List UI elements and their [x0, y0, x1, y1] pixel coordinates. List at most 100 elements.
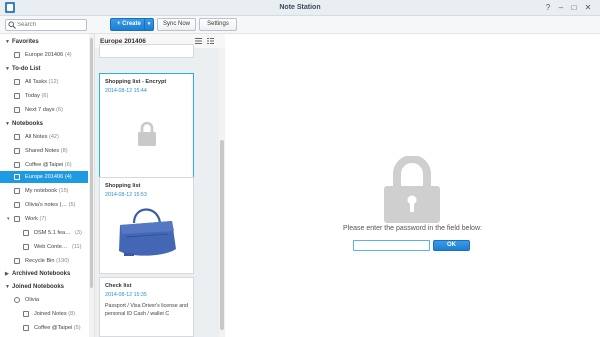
notebook-icon: [14, 202, 20, 208]
sidebar-item-label: Recycle Bin: [25, 258, 55, 264]
sidebar-item-europe-201406[interactable]: Europe 201406 (4): [0, 171, 88, 183]
sidebar-item-joined-coffee-taipei[interactable]: Coffee @Taipei (5): [0, 322, 88, 334]
section-favorites[interactable]: ▼ Favorites: [5, 37, 39, 47]
help-button[interactable]: ?: [543, 3, 553, 12]
collapse-arrow-icon[interactable]: ▼: [5, 64, 12, 74]
sidebar-item-label: DSM 5.1 fea…: [34, 230, 71, 236]
create-dropdown-arrow-icon[interactable]: ▾: [144, 19, 153, 30]
sidebar-item-next-7-days[interactable]: Next 7 days (6): [0, 104, 88, 116]
collapse-arrow-icon[interactable]: ▼: [5, 119, 12, 129]
notebook-icon: [14, 174, 20, 180]
sidebar-item-count: (8): [60, 148, 68, 154]
sidebar-item-count: (6): [56, 107, 63, 113]
sidebar-item-label: Europe 201406: [25, 174, 64, 180]
scrollbar-thumb[interactable]: [220, 140, 224, 330]
note-card-title: Shopping list: [105, 183, 141, 189]
sidebar-item-today[interactable]: Today (6): [0, 90, 88, 102]
large-lock-icon: [384, 156, 440, 223]
section-archived-notebooks[interactable]: ▶ Archived Notebooks: [5, 269, 70, 279]
note-card[interactable]: [99, 44, 194, 58]
notebook-icon: [14, 188, 20, 194]
list-view-icon[interactable]: [195, 38, 202, 44]
sidebar-item-all-notes[interactable]: All Notes (42): [0, 131, 88, 143]
ok-button[interactable]: OK: [433, 240, 470, 251]
sidebar-item-olivias-notes[interactable]: Olivia's notes (… (5): [0, 199, 88, 211]
sidebar-item-count: (15): [58, 188, 69, 194]
note-detail-pane: Please enter the password in the field b…: [225, 34, 600, 337]
sidebar-item-work[interactable]: ▾ Work (7): [0, 213, 88, 225]
sidebar-item-count: (190): [56, 258, 70, 264]
collapse-arrow-icon[interactable]: ▼: [5, 37, 12, 47]
note-card-shopping-list[interactable]: Shopping list 2014-08-12 15:53: [99, 177, 194, 274]
scrollbar-thumb[interactable]: [90, 38, 93, 288]
search-icon[interactable]: [8, 21, 16, 29]
section-notebooks[interactable]: ▼ Notebooks: [5, 119, 43, 129]
sidebar-item-user-olivia[interactable]: Olivia: [0, 294, 88, 306]
sidebar-item-label: Joined Notes: [34, 311, 67, 317]
notebook-icon: [23, 311, 29, 317]
section-todo[interactable]: ▼ To-do List: [5, 64, 41, 74]
note-list-pane: Europe 201406 Shopping list - Encrypt 20…: [95, 34, 225, 337]
maximize-button[interactable]: □: [569, 3, 579, 12]
sync-now-button[interactable]: Sync Now: [157, 18, 196, 31]
sidebar-item-recycle-bin[interactable]: Recycle Bin (190): [0, 255, 88, 267]
section-label: To-do List: [12, 66, 41, 72]
detail-view-icon[interactable]: [207, 38, 214, 44]
section-joined-notebooks[interactable]: ▼ Joined Notebooks: [5, 282, 64, 292]
create-button-label: + Create: [117, 21, 141, 27]
handbag-image: [119, 208, 176, 256]
sidebar-item-count: (4): [64, 52, 72, 58]
calendar-icon: [14, 107, 20, 113]
password-input[interactable]: [353, 240, 430, 251]
note-card-title: Shopping list - Encrypt: [105, 79, 167, 85]
window-title: Note Station: [279, 4, 321, 11]
password-prompt: Please enter the password in the field b…: [343, 225, 482, 232]
close-button[interactable]: ✕: [583, 3, 593, 12]
settings-button[interactable]: Settings: [199, 18, 237, 31]
trash-icon: [14, 258, 20, 264]
sidebar-item-joined-notes[interactable]: Joined Notes (8): [0, 308, 88, 320]
minimize-button[interactable]: –: [556, 3, 566, 12]
sidebar-item-label: Shared Notes: [25, 148, 60, 154]
section-label: Archived Notebooks: [12, 271, 71, 277]
notebook-stack-icon: [14, 216, 20, 222]
note-card-date: 2014-08-12 15:44: [105, 88, 147, 94]
user-icon: [14, 297, 20, 303]
sidebar-item-web-content[interactable]: Web Conte… (11): [0, 241, 88, 253]
sidebar-scrollbar[interactable]: [89, 34, 94, 337]
sidebar-item-count: (12): [48, 79, 59, 85]
sidebar-item-label: Coffee @Taipei: [25, 162, 64, 168]
sidebar-item-label: Web Conte…: [34, 244, 68, 250]
section-label: Joined Notebooks: [12, 284, 65, 290]
lock-icon: [138, 121, 156, 146]
sidebar-item-dsm-features[interactable]: DSM 5.1 fea… (3): [0, 227, 88, 239]
sidebar-item-coffee-taipei[interactable]: Coffee @Taipei (6): [0, 159, 88, 171]
collapse-arrow-icon[interactable]: ▼: [5, 282, 12, 292]
sidebar-item-count: (5): [68, 202, 76, 208]
sidebar-item-label: Work: [25, 216, 38, 222]
create-button[interactable]: + Create ▾: [110, 18, 154, 31]
sidebar: ▼ Favorites Europe 201406 (4) ▼ To-do List…: [0, 34, 95, 337]
notebook-icon: [23, 325, 29, 331]
sidebar-item-shared-notes[interactable]: Shared Notes (8): [0, 145, 88, 157]
search-input[interactable]: [17, 21, 85, 29]
expand-arrow-icon[interactable]: ▾: [7, 213, 10, 225]
note-card-title: Check list: [105, 283, 132, 289]
sidebar-item-count: (5): [73, 325, 81, 331]
expand-arrow-icon[interactable]: ▶: [5, 269, 12, 279]
sidebar-item-all-tasks[interactable]: All Tasks (12): [0, 76, 88, 88]
sidebar-item-count: (8): [68, 311, 76, 317]
shared-notes-icon: [14, 148, 20, 154]
sidebar-item-count: (42): [48, 134, 59, 140]
note-card-check-list[interactable]: Check list 2014-08-12 15:35 Passport / V…: [99, 277, 194, 337]
title-bar: Note Station ? – □ ✕: [0, 0, 600, 16]
notes-icon: [14, 134, 20, 140]
sidebar-item-label: Olivia's notes (…: [25, 202, 68, 208]
section-label: Notebooks: [12, 121, 44, 127]
sidebar-item-my-notebook[interactable]: My notebook (15): [0, 185, 88, 197]
sidebar-item-count: (11): [72, 244, 82, 250]
notebook-icon: [23, 230, 29, 236]
sidebar-item-favorite-europe[interactable]: Europe 201406 (4): [0, 49, 88, 61]
note-card-preview: Passport / Visa Driver's license and per…: [105, 303, 189, 317]
sidebar-item-label: My notebook: [25, 188, 58, 194]
